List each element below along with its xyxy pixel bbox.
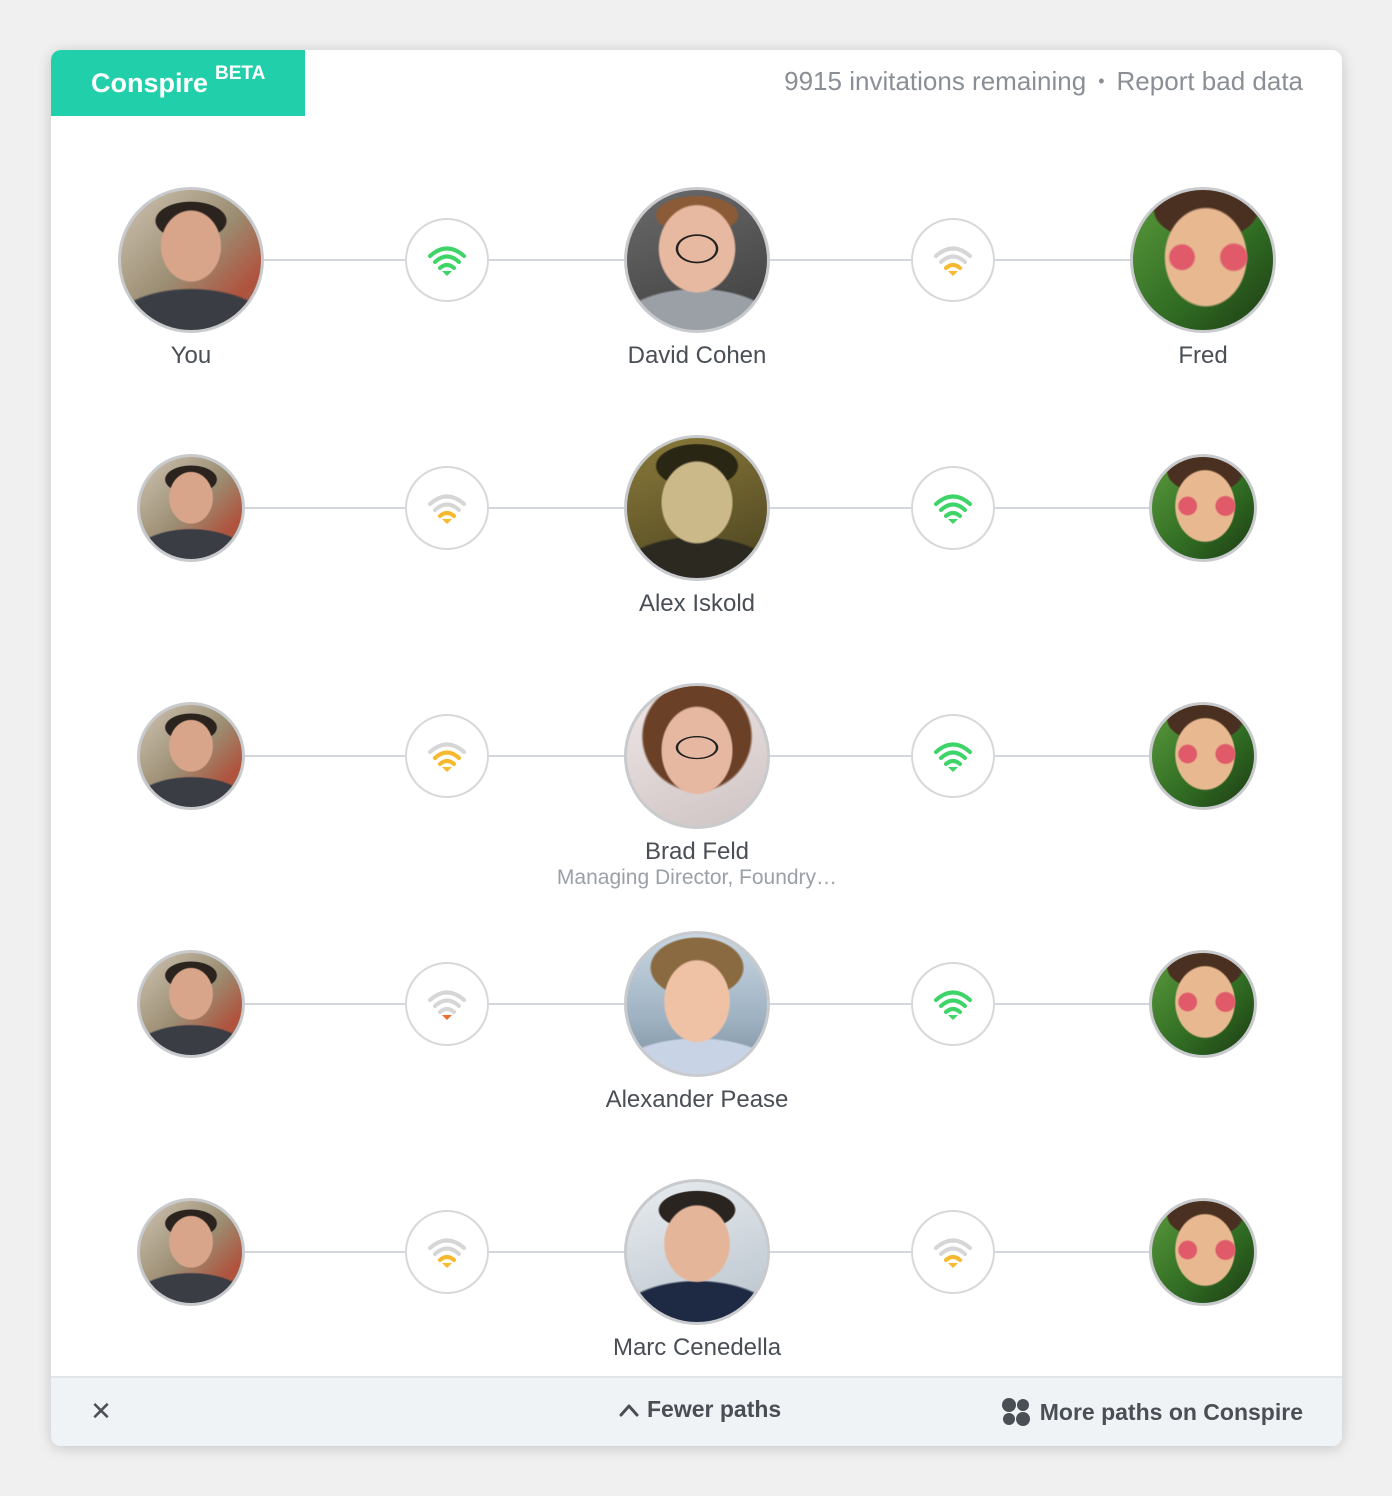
you-avatar[interactable]	[137, 454, 245, 562]
connection-strength-left	[405, 218, 489, 302]
you-avatar[interactable]	[137, 950, 245, 1058]
path-row: Alexander Pease	[51, 880, 1342, 1128]
more-paths-label: More paths on Conspire	[1039, 1398, 1303, 1425]
connection-strength-left	[405, 1210, 489, 1294]
target-avatar[interactable]	[1130, 187, 1276, 333]
invitations-remaining: 9915 invitations remaining	[784, 66, 1087, 96]
connector-avatar[interactable]	[624, 187, 770, 333]
connection-strength-right	[911, 962, 995, 1046]
connector-avatar[interactable]	[624, 435, 770, 581]
fewer-paths-button[interactable]: Fewer paths	[619, 1396, 781, 1423]
target-avatar[interactable]	[1149, 1198, 1257, 1306]
connection-strength-left	[405, 466, 489, 550]
connection-strength-right	[911, 1210, 995, 1294]
you-label: You	[170, 342, 212, 369]
separator-dot: •	[1098, 71, 1105, 91]
connector-name: Alex Iskold	[638, 590, 756, 617]
brand-name: Conspire	[91, 67, 209, 98]
footer-bar: ✕ Fewer paths More paths on Conspire	[51, 1376, 1342, 1446]
wifi-signal-icon	[428, 494, 466, 524]
path-row: You David Cohen Fred	[51, 136, 1342, 384]
connector-name: Brad Feld	[644, 838, 750, 865]
target-avatar[interactable]	[1149, 950, 1257, 1058]
connector-avatar[interactable]	[624, 931, 770, 1077]
connector-name: Alexander Pease	[605, 1086, 789, 1113]
wifi-signal-icon	[428, 742, 466, 772]
connector-avatar[interactable]	[624, 1179, 770, 1325]
more-paths-button[interactable]: More paths on Conspire	[1000, 1396, 1303, 1428]
wifi-signal-icon	[934, 494, 972, 524]
target-label: Fred	[1178, 342, 1228, 369]
connection-strength-left	[405, 714, 489, 798]
header-info: 9915 invitations remaining • Report bad …	[784, 66, 1303, 97]
you-avatar[interactable]	[137, 702, 245, 810]
wifi-signal-icon	[934, 742, 972, 772]
connection-strength-right	[911, 218, 995, 302]
connection-strength-right	[911, 466, 995, 550]
path-row: Marc Cenedella	[51, 1128, 1342, 1376]
beta-badge: BETA	[215, 63, 266, 84]
path-row: Brad Feld Managing Director, Foundry…	[51, 632, 1342, 889]
conspire-logo-icon	[1001, 1398, 1030, 1426]
conspire-panel: Conspire BETA 9915 invitations remaining…	[51, 50, 1342, 1446]
target-avatar[interactable]	[1149, 702, 1257, 810]
connector-name: Marc Cenedella	[612, 1334, 782, 1361]
fewer-paths-label: Fewer paths	[647, 1396, 782, 1422]
wifi-signal-icon	[428, 990, 466, 1020]
connection-strength-left	[405, 962, 489, 1046]
connector-name: David Cohen	[627, 342, 767, 369]
brand-logo[interactable]: Conspire BETA	[51, 50, 305, 116]
chevron-up-icon	[619, 1404, 639, 1416]
wifi-signal-icon	[428, 1238, 466, 1268]
wifi-signal-icon	[428, 246, 466, 276]
path-row: Alex Iskold	[51, 384, 1342, 632]
target-avatar[interactable]	[1149, 454, 1257, 562]
wifi-signal-icon	[934, 990, 972, 1020]
report-bad-data-link[interactable]: Report bad data	[1117, 66, 1303, 97]
connection-strength-right	[911, 714, 995, 798]
wifi-signal-icon	[934, 246, 972, 276]
close-icon[interactable]: ✕	[89, 1398, 113, 1424]
you-avatar[interactable]	[137, 1198, 245, 1306]
connector-avatar[interactable]	[624, 683, 770, 829]
you-avatar[interactable]	[118, 187, 264, 333]
wifi-signal-icon	[934, 1238, 972, 1268]
